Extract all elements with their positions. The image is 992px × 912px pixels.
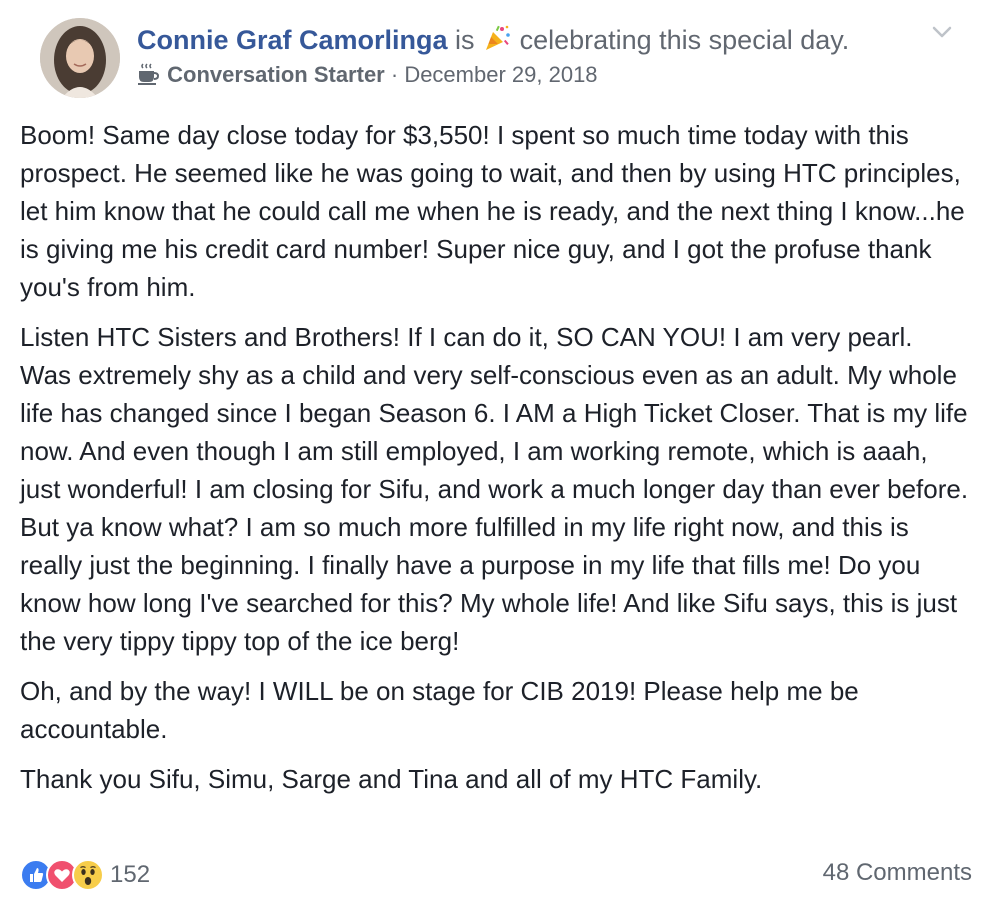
- post-paragraph: Boom! Same day close today for $3,550! I…: [20, 120, 965, 302]
- post-header: Connie Graf Camorlinga is celebrating th…: [20, 0, 972, 112]
- post-card: Connie Graf Camorlinga is celebrating th…: [0, 0, 992, 912]
- wow-icon: [72, 859, 104, 891]
- author-avatar[interactable]: [40, 18, 120, 98]
- chevron-down-icon[interactable]: [930, 22, 954, 42]
- post-body: Boom! Same day close today for $3,550! I…: [20, 116, 970, 810]
- reactions-summary[interactable]: 152: [20, 857, 150, 893]
- post-date-link[interactable]: December 29, 2018: [404, 62, 597, 87]
- activity-text: celebrating this special day.: [512, 25, 850, 55]
- reaction-count: 152: [110, 861, 151, 888]
- activity-prefix: is: [447, 25, 483, 55]
- post-paragraph: Thank you Sifu, Simu, Sarge and Tina and…: [20, 764, 763, 794]
- post-meta: Conversation Starter · December 29, 2018: [137, 60, 912, 90]
- badge-label[interactable]: Conversation Starter: [167, 62, 385, 87]
- author-name-link[interactable]: Connie Graf Camorlinga: [137, 25, 448, 55]
- post-title-line: Connie Graf Camorlinga is celebrating th…: [137, 22, 912, 58]
- post-footer: 152 48 Comments: [20, 855, 972, 895]
- header-text: Connie Graf Camorlinga is celebrating th…: [137, 22, 912, 90]
- party-popper-icon: [482, 23, 512, 53]
- avatar-image: [40, 18, 120, 98]
- coffee-cup-icon: [137, 63, 160, 85]
- comments-count-link[interactable]: 48 Comments: [823, 859, 972, 887]
- post-paragraph: Oh, and by the way! I WILL be on stage f…: [20, 676, 859, 744]
- meta-separator: ·: [384, 62, 405, 87]
- post-paragraph: Listen HTC Sisters and Brothers! If I ca…: [20, 322, 969, 656]
